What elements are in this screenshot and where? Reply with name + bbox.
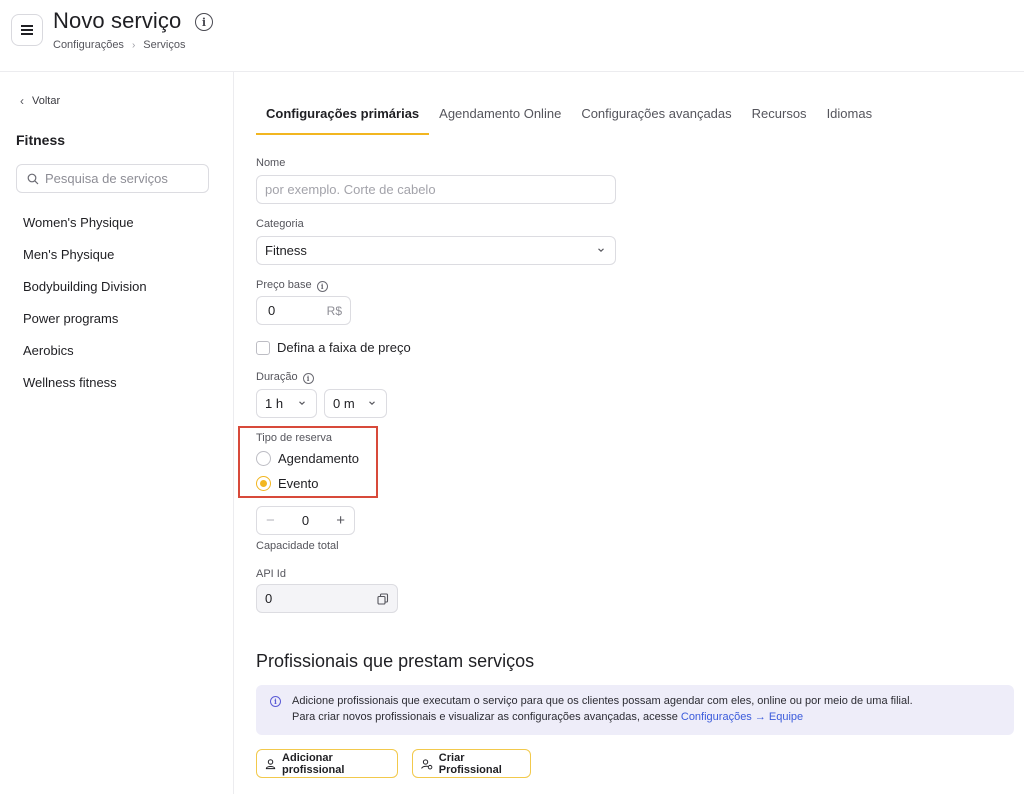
tab-primary-settings[interactable]: Configurações primárias (256, 104, 430, 135)
price-value: 0 (268, 303, 276, 318)
duration-label: Duração (256, 371, 298, 383)
hamburger-icon (21, 25, 33, 35)
price-label: Preço base (256, 279, 312, 291)
sidebar-item-power-programs[interactable]: Power programs (23, 311, 147, 343)
info-icon[interactable]: i (316, 281, 328, 292)
sidebar-item-mens-physique[interactable]: Men's Physique (23, 247, 147, 279)
page-title: Novo serviço (53, 8, 182, 33)
create-professional-button[interactable]: Criar Profissional (412, 749, 531, 778)
team-settings-link[interactable]: Configurações → Equipe (681, 711, 803, 723)
chevron-down-icon (598, 248, 604, 252)
service-search[interactable] (16, 164, 209, 193)
sidebar-item-wellness-fitness[interactable]: Wellness fitness (23, 375, 147, 407)
capacity-value[interactable]: 0 (302, 513, 309, 528)
capacity-label: Capacidade total (256, 540, 339, 552)
chevron-left-icon: ‹ (20, 94, 24, 108)
breadcrumb: Configurações › Serviços (53, 39, 185, 51)
tab-bar: Configurações primárias Agendamento Onli… (256, 104, 882, 135)
api-label: API Id (256, 568, 286, 580)
price-range-label: Defina a faixa de preço (277, 340, 411, 355)
price-label-wrap: Preço base i (256, 279, 328, 292)
radio-appointment[interactable] (256, 451, 271, 466)
sidebar-heading: Fitness (16, 132, 66, 148)
tab-resources[interactable]: Recursos (742, 104, 817, 135)
add-professional-label: Adicionar profissional (282, 751, 345, 776)
api-id-field: 0 (256, 584, 398, 613)
name-label: Nome (256, 157, 286, 169)
radio-event-label: Evento (278, 476, 319, 491)
breadcrumb-settings[interactable]: Configurações (53, 39, 124, 51)
copy-icon[interactable] (377, 592, 389, 605)
add-professional-button[interactable]: Adicionar profissional (256, 749, 398, 778)
search-icon (27, 173, 39, 184)
currency-suffix: R$ (326, 303, 342, 318)
create-professional-label: Criar Profissional (438, 751, 502, 776)
back-label: Voltar (32, 95, 61, 107)
category-label: Categoria (256, 218, 304, 230)
info-line-2-text: Para criar novos profissionais e visuali… (292, 710, 678, 723)
plus-icon[interactable]: + (336, 512, 345, 529)
user-icon (265, 758, 276, 769)
chevron-down-icon (299, 401, 305, 405)
duration-minutes-value: 0 m (333, 396, 355, 411)
price-field[interactable]: 0 R$ (256, 296, 351, 325)
info-icon[interactable]: i (195, 13, 213, 31)
minus-icon[interactable]: − (266, 512, 275, 529)
service-list: Women's Physique Men's Physique Bodybuil… (23, 215, 147, 407)
tab-advanced-settings[interactable]: Configurações avançadas (571, 104, 741, 135)
page-header: Novo serviço i Configurações › Serviços (0, 0, 1024, 72)
info-line-2: Para criar novos profissionais e visuali… (292, 710, 1004, 726)
menu-button[interactable] (11, 14, 43, 46)
category-select[interactable]: Fitness (256, 236, 616, 265)
radio-event[interactable] (256, 476, 271, 491)
api-id-value: 0 (265, 591, 273, 606)
duration-hours-select[interactable]: 1 h (256, 389, 317, 418)
duration-hours-value: 1 h (265, 396, 284, 411)
duration-label-wrap: Duração i (256, 371, 314, 384)
tab-online-booking[interactable]: Agendamento Online (429, 104, 571, 135)
info-line-1: Adicione profissionais que executam o se… (292, 695, 913, 707)
chevron-right-icon: › (131, 39, 136, 51)
tab-languages[interactable]: Idiomas (817, 104, 883, 135)
price-range-checkbox[interactable] (256, 341, 270, 355)
sidebar-item-bodybuilding-division[interactable]: Bodybuilding Division (23, 279, 147, 311)
user-add-icon (421, 758, 433, 769)
sidebar: ‹ Voltar Fitness Women's Physique Men's … (0, 72, 234, 794)
info-icon: i (270, 696, 281, 707)
search-input[interactable] (45, 171, 205, 186)
back-link[interactable]: ‹ Voltar (20, 94, 60, 108)
sidebar-item-aerobics[interactable]: Aerobics (23, 343, 147, 375)
radio-appointment-label: Agendamento (278, 451, 359, 466)
duration-minutes-select[interactable]: 0 m (324, 389, 387, 418)
info-banner: i Adicione profissionais que executam o … (256, 685, 1014, 735)
professionals-heading: Profissionais que prestam serviços (256, 651, 535, 671)
sidebar-item-womens-physique[interactable]: Women's Physique (23, 215, 147, 247)
breadcrumb-services[interactable]: Serviços (143, 39, 185, 51)
chevron-down-icon (369, 401, 375, 405)
info-icon[interactable]: i (302, 373, 314, 384)
category-value: Fitness (265, 243, 307, 258)
booking-type-label: Tipo de reserva (256, 432, 333, 444)
capacity-stepper: − 0 + (256, 506, 355, 535)
name-field[interactable]: por exemplo. Corte de cabelo (256, 175, 616, 204)
